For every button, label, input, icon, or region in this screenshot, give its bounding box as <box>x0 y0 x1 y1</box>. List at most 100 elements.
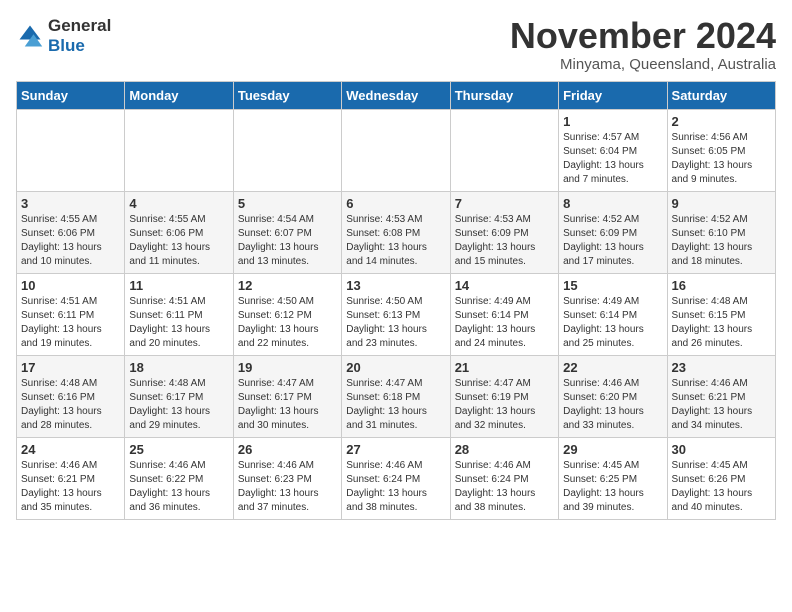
day-info: Sunrise: 4:50 AMSunset: 6:12 PMDaylight:… <box>238 295 337 351</box>
calendar-week-1: 3 Sunrise: 4:55 AMSunset: 6:06 PMDaylight… <box>17 191 776 273</box>
calendar-cell <box>125 109 233 191</box>
col-thursday: Thursday <box>450 81 558 109</box>
day-info: Sunrise: 4:50 AMSunset: 6:13 PMDaylight:… <box>346 295 445 351</box>
calendar-cell: 25 Sunrise: 4:46 AMSunset: 6:22 PMDayligh… <box>125 437 233 519</box>
calendar-cell: 22 Sunrise: 4:46 AMSunset: 6:20 PMDayligh… <box>559 355 667 437</box>
calendar-cell: 15 Sunrise: 4:49 AMSunset: 6:14 PMDayligh… <box>559 273 667 355</box>
calendar-week-3: 17Sunrise: 4:48 AMSunset: 6:16 PMDayligh… <box>17 355 776 437</box>
day-info: Sunrise: 4:49 AMSunset: 6:14 PMDaylight:… <box>455 295 554 351</box>
day-number: 5 <box>238 196 337 211</box>
day-info: Sunrise: 4:48 AMSunset: 6:16 PMDaylight:… <box>21 377 120 433</box>
day-info: Sunrise: 4:48 AMSunset: 6:15 PMDaylight:… <box>672 295 771 351</box>
logo-general: General <box>48 16 111 36</box>
day-number: 28 <box>455 442 554 457</box>
logo-icon <box>16 22 44 50</box>
calendar-cell: 5 Sunrise: 4:54 AMSunset: 6:07 PMDaylight… <box>233 191 341 273</box>
calendar-cell: 27 Sunrise: 4:46 AMSunset: 6:24 PMDayligh… <box>342 437 450 519</box>
col-saturday: Saturday <box>667 81 775 109</box>
day-number: 18 <box>129 360 228 375</box>
day-number: 6 <box>346 196 445 211</box>
day-number: 4 <box>129 196 228 211</box>
day-number: 22 <box>563 360 662 375</box>
calendar-cell: 10Sunrise: 4:51 AMSunset: 6:11 PMDayligh… <box>17 273 125 355</box>
col-tuesday: Tuesday <box>233 81 341 109</box>
day-number: 8 <box>563 196 662 211</box>
day-number: 7 <box>455 196 554 211</box>
day-number: 13 <box>346 278 445 293</box>
day-number: 2 <box>672 114 771 129</box>
day-number: 15 <box>563 278 662 293</box>
day-info: Sunrise: 4:56 AMSunset: 6:05 PMDaylight:… <box>672 131 771 187</box>
day-number: 26 <box>238 442 337 457</box>
calendar-cell <box>17 109 125 191</box>
day-info: Sunrise: 4:46 AMSunset: 6:23 PMDaylight:… <box>238 459 337 515</box>
day-number: 29 <box>563 442 662 457</box>
calendar-table: Sunday Monday Tuesday Wednesday Thursday… <box>16 81 776 520</box>
day-info: Sunrise: 4:45 AMSunset: 6:26 PMDaylight:… <box>672 459 771 515</box>
day-info: Sunrise: 4:49 AMSunset: 6:14 PMDaylight:… <box>563 295 662 351</box>
day-info: Sunrise: 4:57 AMSunset: 6:04 PMDaylight:… <box>563 131 662 187</box>
day-number: 11 <box>129 278 228 293</box>
title-area: November 2024 Minyama, Queensland, Austr… <box>510 16 776 73</box>
calendar-week-4: 24Sunrise: 4:46 AMSunset: 6:21 PMDayligh… <box>17 437 776 519</box>
day-number: 24 <box>21 442 120 457</box>
calendar-cell: 28 Sunrise: 4:46 AMSunset: 6:24 PMDayligh… <box>450 437 558 519</box>
col-sunday: Sunday <box>17 81 125 109</box>
day-info: Sunrise: 4:46 AMSunset: 6:21 PMDaylight:… <box>672 377 771 433</box>
calendar-cell: 11 Sunrise: 4:51 AMSunset: 6:11 PMDayligh… <box>125 273 233 355</box>
calendar-cell: 9Sunrise: 4:52 AMSunset: 6:10 PMDaylight… <box>667 191 775 273</box>
month-title: November 2024 <box>510 16 776 56</box>
day-info: Sunrise: 4:51 AMSunset: 6:11 PMDaylight:… <box>129 295 228 351</box>
day-info: Sunrise: 4:53 AMSunset: 6:09 PMDaylight:… <box>455 213 554 269</box>
calendar-cell: 6 Sunrise: 4:53 AMSunset: 6:08 PMDaylight… <box>342 191 450 273</box>
day-info: Sunrise: 4:53 AMSunset: 6:08 PMDaylight:… <box>346 213 445 269</box>
logo: General Blue <box>16 16 111 56</box>
day-number: 19 <box>238 360 337 375</box>
day-info: Sunrise: 4:47 AMSunset: 6:17 PMDaylight:… <box>238 377 337 433</box>
calendar-cell: 7 Sunrise: 4:53 AMSunset: 6:09 PMDaylight… <box>450 191 558 273</box>
day-info: Sunrise: 4:45 AMSunset: 6:25 PMDaylight:… <box>563 459 662 515</box>
calendar-cell: 23 Sunrise: 4:46 AMSunset: 6:21 PMDayligh… <box>667 355 775 437</box>
day-number: 23 <box>672 360 771 375</box>
calendar-cell: 4 Sunrise: 4:55 AMSunset: 6:06 PMDaylight… <box>125 191 233 273</box>
location: Minyama, Queensland, Australia <box>510 56 776 73</box>
day-number: 21 <box>455 360 554 375</box>
day-info: Sunrise: 4:54 AMSunset: 6:07 PMDaylight:… <box>238 213 337 269</box>
calendar-cell: 3 Sunrise: 4:55 AMSunset: 6:06 PMDaylight… <box>17 191 125 273</box>
day-info: Sunrise: 4:47 AMSunset: 6:18 PMDaylight:… <box>346 377 445 433</box>
calendar-cell: 1 Sunrise: 4:57 AMSunset: 6:04 PMDaylight… <box>559 109 667 191</box>
col-monday: Monday <box>125 81 233 109</box>
day-number: 27 <box>346 442 445 457</box>
calendar-cell <box>233 109 341 191</box>
calendar-cell: 12Sunrise: 4:50 AMSunset: 6:12 PMDayligh… <box>233 273 341 355</box>
calendar-cell <box>450 109 558 191</box>
calendar-week-2: 10Sunrise: 4:51 AMSunset: 6:11 PMDayligh… <box>17 273 776 355</box>
calendar-cell: 29 Sunrise: 4:45 AMSunset: 6:25 PMDayligh… <box>559 437 667 519</box>
day-number: 1 <box>563 114 662 129</box>
calendar-cell: 2 Sunrise: 4:56 AMSunset: 6:05 PMDaylight… <box>667 109 775 191</box>
day-info: Sunrise: 4:55 AMSunset: 6:06 PMDaylight:… <box>129 213 228 269</box>
day-info: Sunrise: 4:46 AMSunset: 6:24 PMDaylight:… <box>455 459 554 515</box>
col-friday: Friday <box>559 81 667 109</box>
day-number: 14 <box>455 278 554 293</box>
day-info: Sunrise: 4:46 AMSunset: 6:22 PMDaylight:… <box>129 459 228 515</box>
calendar-cell: 17Sunrise: 4:48 AMSunset: 6:16 PMDayligh… <box>17 355 125 437</box>
day-number: 25 <box>129 442 228 457</box>
day-number: 16 <box>672 278 771 293</box>
logo-blue: Blue <box>48 36 111 56</box>
calendar-cell: 14 Sunrise: 4:49 AMSunset: 6:14 PMDayligh… <box>450 273 558 355</box>
day-info: Sunrise: 4:46 AMSunset: 6:20 PMDaylight:… <box>563 377 662 433</box>
day-info: Sunrise: 4:48 AMSunset: 6:17 PMDaylight:… <box>129 377 228 433</box>
day-info: Sunrise: 4:51 AMSunset: 6:11 PMDaylight:… <box>21 295 120 351</box>
calendar-cell: 13 Sunrise: 4:50 AMSunset: 6:13 PMDayligh… <box>342 273 450 355</box>
day-info: Sunrise: 4:47 AMSunset: 6:19 PMDaylight:… <box>455 377 554 433</box>
day-number: 3 <box>21 196 120 211</box>
calendar-cell: 19 Sunrise: 4:47 AMSunset: 6:17 PMDayligh… <box>233 355 341 437</box>
day-number: 9 <box>672 196 771 211</box>
calendar-cell: 16 Sunrise: 4:48 AMSunset: 6:15 PMDayligh… <box>667 273 775 355</box>
day-info: Sunrise: 4:46 AMSunset: 6:24 PMDaylight:… <box>346 459 445 515</box>
calendar-cell: 30Sunrise: 4:45 AMSunset: 6:26 PMDayligh… <box>667 437 775 519</box>
day-info: Sunrise: 4:55 AMSunset: 6:06 PMDaylight:… <box>21 213 120 269</box>
calendar-cell: 8Sunrise: 4:52 AMSunset: 6:09 PMDaylight… <box>559 191 667 273</box>
calendar-cell: 26 Sunrise: 4:46 AMSunset: 6:23 PMDayligh… <box>233 437 341 519</box>
